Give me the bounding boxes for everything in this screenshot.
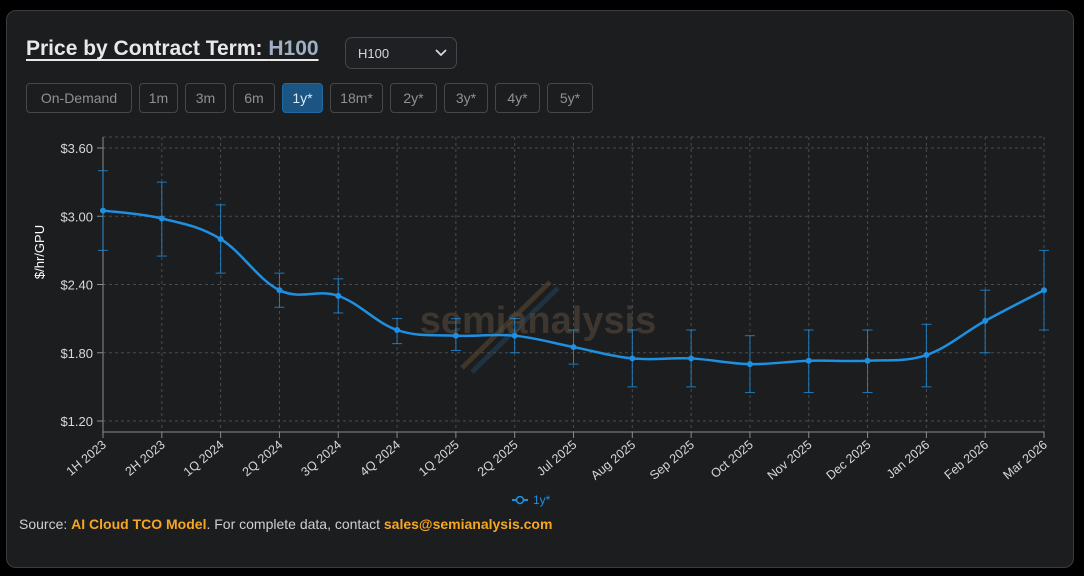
price-chart: semianalysis$1.20$1.80$2.40$3.00$3.601H … — [32, 136, 1050, 507]
data-point[interactable] — [923, 352, 930, 359]
data-point[interactable] — [335, 292, 342, 299]
legend-label-1y[interactable]: 1y* — [533, 493, 551, 507]
y-tick-label: $1.20 — [60, 414, 93, 429]
data-point[interactable] — [511, 332, 518, 339]
x-tick-label: 2H 2023 — [123, 438, 168, 479]
x-tick-label: Dec 2025 — [823, 438, 873, 483]
x-tick-label: Nov 2025 — [765, 438, 815, 483]
x-tick-label: 1Q 2024 — [181, 438, 227, 480]
data-point[interactable] — [217, 236, 224, 242]
data-point[interactable] — [805, 357, 812, 364]
y-axis-label: $/hr/GPU — [32, 225, 47, 279]
data-point[interactable] — [688, 355, 695, 362]
y-tick-label: $3.60 — [60, 141, 93, 156]
data-point[interactable] — [394, 327, 401, 333]
source-footer: Source: AI Cloud TCO Model. For complete… — [19, 516, 552, 532]
source-link[interactable]: AI Cloud TCO Model — [71, 516, 206, 532]
x-tick-label: 4Q 2024 — [357, 438, 403, 480]
data-point[interactable] — [452, 332, 459, 339]
data-point[interactable] — [276, 287, 283, 294]
contact-email-link[interactable]: sales@semianalysis.com — [384, 516, 553, 532]
x-tick-label: Oct 2025 — [708, 438, 756, 481]
y-tick-label: $3.00 — [60, 209, 93, 224]
x-tick-label: 1H 2023 — [64, 438, 109, 479]
x-tick-label: Feb 2026 — [942, 438, 991, 483]
data-point[interactable] — [864, 357, 871, 364]
source-mid: . For complete data, contact — [206, 516, 384, 532]
data-point[interactable] — [629, 355, 636, 362]
x-tick-label: Jul 2025 — [534, 438, 579, 479]
x-tick-label: 3Q 2024 — [298, 438, 344, 480]
data-point[interactable] — [1041, 287, 1047, 294]
x-tick-label: Mar 2026 — [1000, 438, 1049, 483]
data-point[interactable] — [746, 361, 753, 368]
x-tick-label: 1Q 2025 — [416, 438, 462, 480]
data-point[interactable] — [982, 317, 989, 324]
data-point[interactable] — [570, 344, 577, 351]
x-tick-label: 2Q 2025 — [475, 438, 521, 480]
legend-marker — [515, 495, 525, 505]
y-tick-label: $1.80 — [60, 346, 93, 361]
x-tick-label: 2Q 2024 — [240, 438, 286, 480]
x-tick-label: Aug 2025 — [588, 438, 638, 483]
source-prefix: Source: — [19, 516, 72, 532]
x-tick-label: Sep 2025 — [647, 438, 697, 483]
x-tick-label: Jan 2026 — [884, 438, 932, 482]
y-tick-label: $2.40 — [60, 278, 93, 293]
data-point[interactable] — [100, 207, 106, 214]
data-point[interactable] — [158, 215, 165, 222]
